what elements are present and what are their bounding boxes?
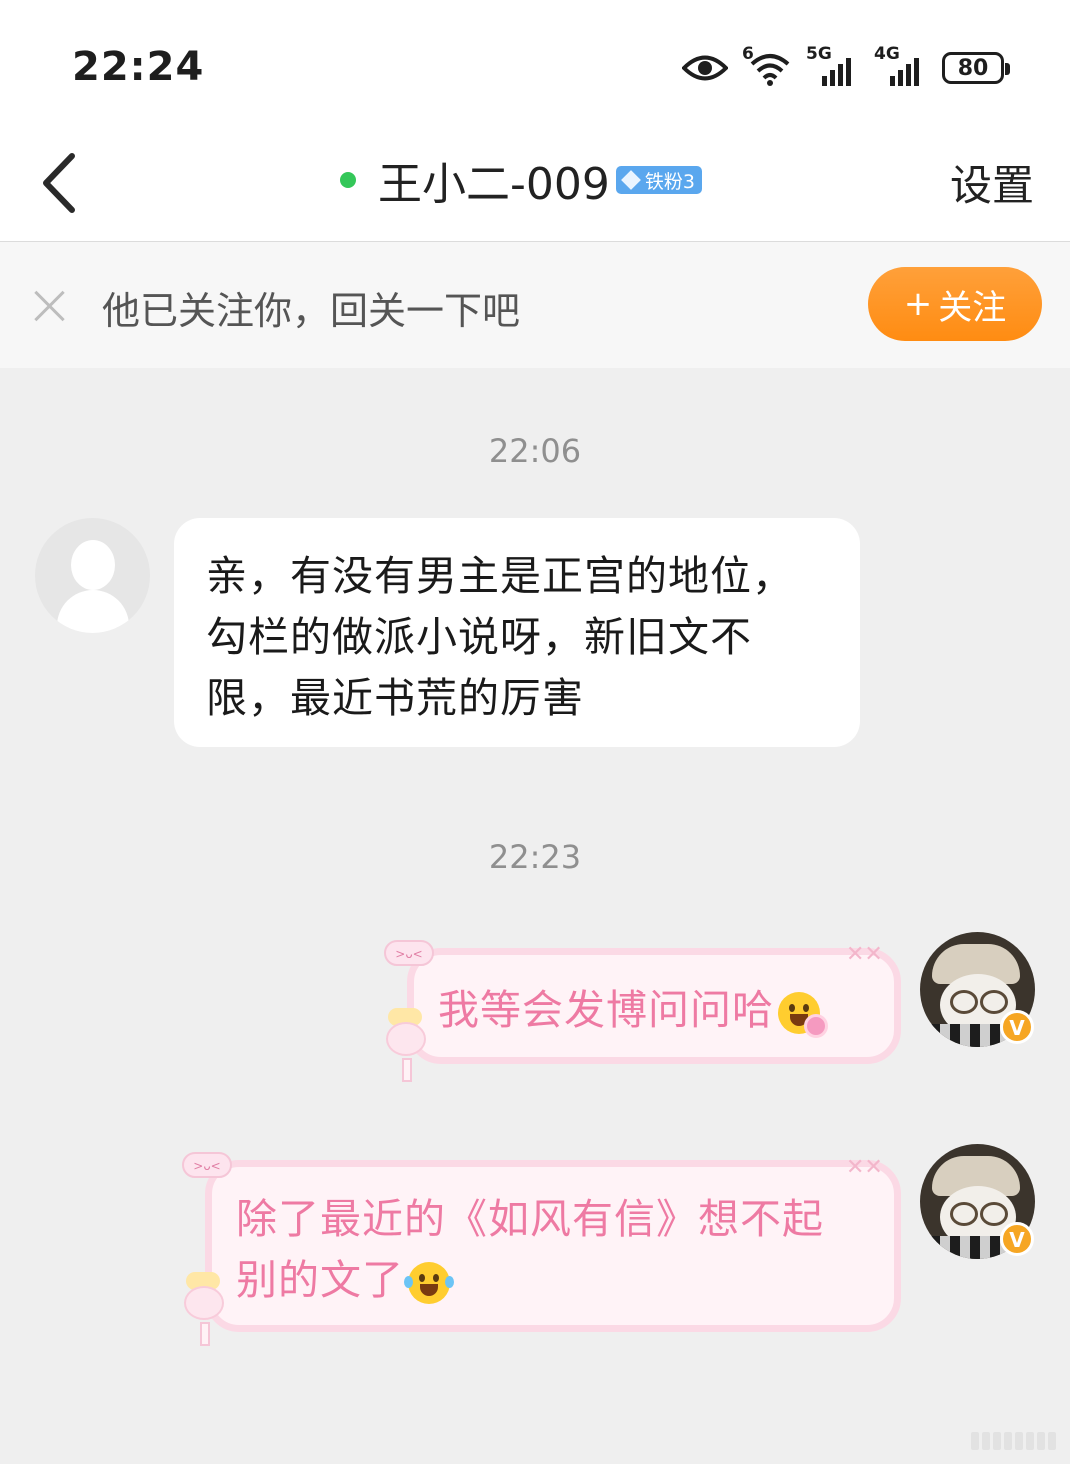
laugh-cry-emoji bbox=[404, 1262, 454, 1304]
message-line: 限，最近书荒的厉害 bbox=[206, 674, 584, 722]
bubble-decoration-x: ✕✕ bbox=[846, 1155, 883, 1180]
verified-badge-icon: V bbox=[1000, 1222, 1034, 1256]
signal-5g-icon: 5G bbox=[806, 44, 860, 86]
message-line: 别的文了 bbox=[236, 1256, 404, 1304]
outgoing-message-bubble[interactable]: 我等会发博问问哈 bbox=[407, 948, 901, 1064]
settings-button[interactable]: 设置 bbox=[950, 152, 1034, 213]
message-line: 勾栏的做派小说呀，新旧文不 bbox=[206, 613, 752, 661]
battery-icon: 80 bbox=[942, 52, 1010, 84]
plus-icon: + bbox=[903, 284, 933, 324]
chevron-left-icon bbox=[43, 153, 75, 213]
back-button[interactable] bbox=[34, 148, 94, 218]
sender-avatar[interactable] bbox=[35, 518, 150, 633]
watermark bbox=[971, 1432, 1056, 1450]
status-icons: 6 5G 4G 80 bbox=[682, 40, 1010, 96]
wifi-icon: 6 bbox=[742, 44, 792, 86]
eye-icon bbox=[682, 55, 728, 81]
message-line: 亲，有没有男主是正宫的地位， bbox=[206, 552, 794, 600]
chat-title-area[interactable]: 王小二-009 铁粉3 bbox=[340, 150, 702, 210]
bubble-decoration-tag: >ᴗ< bbox=[182, 1152, 232, 1178]
status-bar: 22:24 6 5G 4G 80 bbox=[0, 0, 1070, 130]
follow-prompt-bar: 他已关注你，回关一下吧 + 关注 bbox=[0, 242, 1070, 368]
smile-flower-emoji bbox=[778, 992, 828, 1038]
online-status-dot bbox=[340, 172, 356, 188]
signal-4g-icon: 4G bbox=[874, 44, 928, 86]
bubble-decoration-bow bbox=[180, 1272, 228, 1350]
diamond-icon bbox=[620, 170, 641, 190]
follow-button-label: 关注 bbox=[938, 287, 1007, 328]
message-timestamp: 22:06 bbox=[488, 432, 582, 470]
verified-badge-icon: V bbox=[1000, 1010, 1034, 1044]
close-icon[interactable] bbox=[32, 288, 68, 324]
follow-button[interactable]: + 关注 bbox=[868, 267, 1042, 341]
outgoing-message-bubble[interactable]: 除了最近的《如风有信》想不起 别的文了 bbox=[205, 1160, 901, 1332]
fan-level-badge: 铁粉3 bbox=[615, 166, 702, 194]
message-timestamp: 22:23 bbox=[488, 838, 582, 876]
chat-header: 王小二-009 铁粉3 设置 bbox=[0, 130, 1070, 242]
status-time: 22:24 bbox=[72, 44, 205, 90]
bubble-decoration-x: ✕✕ bbox=[846, 942, 883, 967]
bubble-decoration-bow bbox=[382, 1008, 430, 1086]
chat-title: 王小二-009 bbox=[378, 159, 610, 210]
message-line: 除了最近的《如风有信》想不起 bbox=[236, 1195, 824, 1243]
follow-prompt-text: 他已关注你，回关一下吧 bbox=[102, 289, 521, 333]
incoming-message-bubble[interactable]: 亲，有没有男主是正宫的地位， 勾栏的做派小说呀，新旧文不 限，最近书荒的厉害 bbox=[174, 518, 860, 747]
message-line: 我等会发博问问哈 bbox=[438, 986, 774, 1034]
bubble-decoration-tag: >ᴗ< bbox=[384, 940, 434, 966]
